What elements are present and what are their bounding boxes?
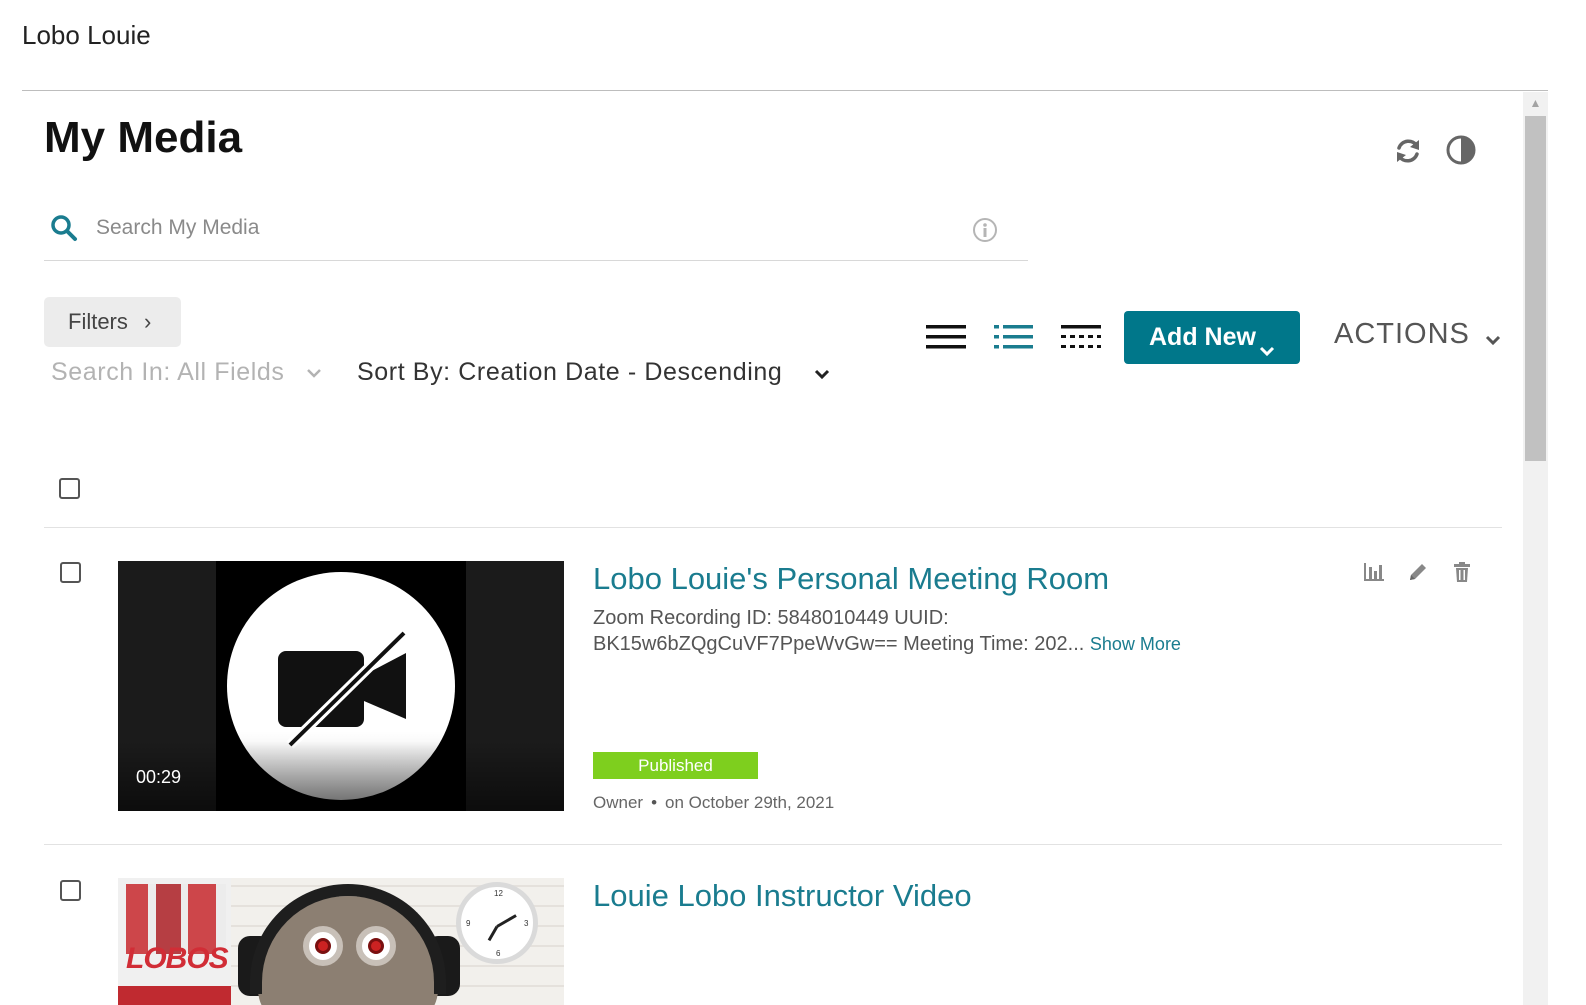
list-view-icon[interactable] (925, 321, 967, 353)
owner-label: Owner (593, 793, 644, 812)
chevron-down-icon (1257, 327, 1277, 357)
refresh-icon[interactable] (1391, 134, 1425, 168)
media-title-link[interactable]: Lobo Louie's Personal Meeting Room (593, 561, 1109, 597)
duration-label: 00:29 (136, 767, 182, 787)
media-item-checkbox[interactable] (60, 562, 81, 583)
contrast-icon[interactable] (1444, 133, 1478, 167)
media-description: Zoom Recording ID: 5848010449 UUID: BK15… (593, 605, 1233, 657)
media-item-checkbox[interactable] (60, 880, 81, 901)
video-off-icon (278, 629, 408, 749)
media-thumbnail[interactable]: 00:29 (118, 561, 564, 811)
poster-image: LOBOS (118, 878, 231, 1005)
poster-text: LOBOS (126, 942, 229, 975)
scrollbar-thumb[interactable] (1525, 116, 1546, 461)
select-all-checkbox[interactable] (59, 478, 80, 499)
scroll-up-arrow-icon[interactable]: ▲ (1523, 94, 1548, 112)
list-divider (44, 527, 1502, 528)
search-input[interactable] (96, 208, 956, 248)
add-new-label: Add New (1149, 323, 1256, 351)
clock-icon: 12 3 6 9 (456, 882, 538, 964)
chevron-down-icon[interactable] (305, 364, 323, 382)
created-date: on October 29th, 2021 (665, 793, 835, 812)
scrollbar[interactable]: ▲ (1523, 92, 1548, 1005)
description-text: Zoom Recording ID: 5848010449 UUID: BK15… (593, 607, 1085, 655)
sort-by-dropdown[interactable]: Sort By: Creation Date - Descending (357, 358, 782, 387)
header-divider (22, 90, 1548, 91)
search-icon[interactable] (50, 214, 78, 242)
add-new-button[interactable]: Add New (1124, 311, 1300, 364)
info-icon[interactable] (971, 216, 999, 244)
chevron-down-icon[interactable] (1483, 330, 1503, 350)
mascot-eye (356, 926, 396, 966)
filters-label: Filters (68, 309, 128, 334)
filters-button[interactable]: Filters › (44, 297, 181, 347)
thumbnail-shade (118, 741, 564, 811)
show-more-link[interactable]: Show More (1090, 634, 1181, 654)
media-meta: Owner • on October 29th, 2021 (593, 793, 834, 813)
media-title-link[interactable]: Louie Lobo Instructor Video (593, 878, 972, 914)
poster-stripe (118, 986, 231, 1005)
separator-dot: • (651, 793, 658, 812)
delete-icon[interactable] (1450, 560, 1474, 584)
search-in-dropdown[interactable]: Search In: All Fields (51, 358, 285, 387)
grid-view-icon[interactable] (1060, 321, 1102, 353)
edit-icon[interactable] (1406, 560, 1430, 584)
actions-dropdown[interactable]: ACTIONS (1334, 318, 1470, 351)
search-bar (44, 200, 1028, 261)
user-name: Lobo Louie (22, 20, 151, 50)
mascot-eye (303, 926, 343, 966)
page-title: My Media (44, 113, 243, 162)
chevron-down-icon[interactable] (812, 364, 832, 384)
status-badge: Published (593, 752, 758, 779)
media-thumbnail[interactable]: LOBOS 12 3 6 9 (118, 878, 564, 1005)
analytics-icon[interactable] (1362, 560, 1386, 584)
chevron-right-icon: › (144, 309, 152, 334)
list-divider (44, 844, 1502, 845)
detailed-view-icon[interactable] (992, 321, 1034, 353)
